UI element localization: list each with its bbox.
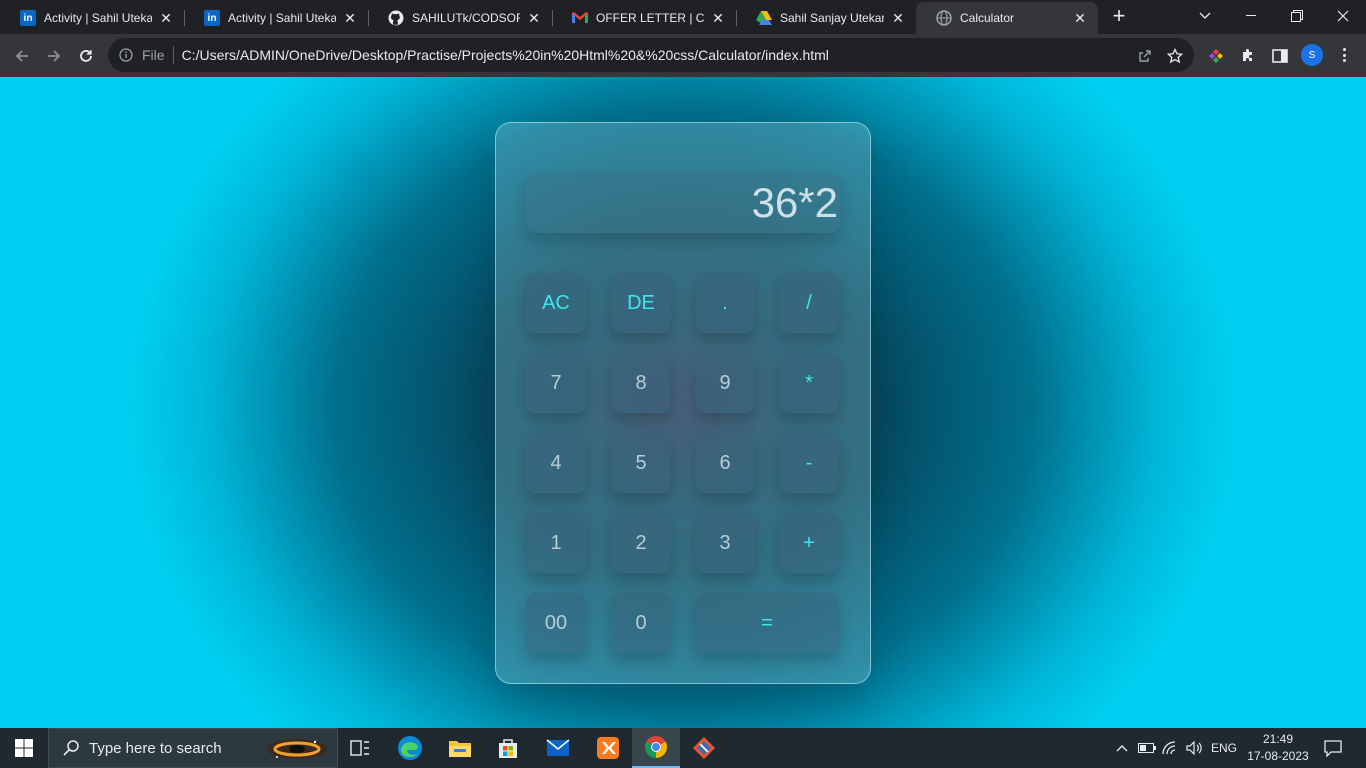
- tab-linkedin-1[interactable]: in Activity | Sahil Utekar | ✕: [0, 2, 184, 34]
- browser-toolbar: File C:/Users/ADMIN/OneDrive/Desktop/Pra…: [0, 34, 1366, 77]
- language-indicator[interactable]: ENG: [1208, 728, 1240, 768]
- key-decimal[interactable]: .: [695, 273, 755, 333]
- mail-icon[interactable]: [534, 728, 582, 768]
- search-placeholder: Type here to search: [89, 739, 222, 757]
- key-4[interactable]: 4: [526, 433, 586, 493]
- key-multiply[interactable]: *: [779, 353, 839, 413]
- tab-google-drive[interactable]: Sahil Sanjay Utekar.pd ✕: [736, 2, 916, 34]
- divider: [172, 46, 174, 64]
- new-tab-button[interactable]: +: [1108, 5, 1130, 28]
- battery-icon[interactable]: [1136, 728, 1158, 768]
- key-delete[interactable]: DE: [611, 273, 671, 333]
- forward-button[interactable]: [40, 42, 68, 70]
- url-text[interactable]: C:/Users/ADMIN/OneDrive/Desktop/Practise…: [182, 47, 829, 63]
- system-clock[interactable]: 21:49 17-08-2023: [1240, 731, 1316, 765]
- key-1[interactable]: 1: [526, 513, 586, 573]
- edge-icon[interactable]: [386, 728, 434, 768]
- key-9[interactable]: 9: [695, 353, 755, 413]
- key-2[interactable]: 2: [611, 513, 671, 573]
- key-3[interactable]: 3: [695, 513, 755, 573]
- key-0[interactable]: 0: [611, 593, 671, 653]
- key-subtract[interactable]: -: [779, 433, 839, 493]
- linkedin-icon: in: [20, 10, 36, 26]
- volume-icon[interactable]: [1184, 728, 1206, 768]
- tab-github[interactable]: SAHILUTk/CODSOFT: ✕: [368, 2, 552, 34]
- google-drive-icon: [756, 10, 772, 26]
- close-icon[interactable]: ✕: [158, 10, 174, 26]
- tab-calculator[interactable]: Calculator ✕: [916, 2, 1098, 34]
- share-icon[interactable]: [1136, 47, 1154, 65]
- key-7[interactable]: 7: [526, 353, 586, 413]
- close-icon[interactable]: ✕: [1072, 10, 1088, 26]
- color-extension-icon[interactable]: [1207, 47, 1225, 65]
- clock-time: 21:49: [1262, 732, 1294, 746]
- profile-avatar[interactable]: S: [1301, 44, 1323, 66]
- chrome-icon[interactable]: [632, 728, 680, 768]
- tab-title: Activity | Sahil Utekar |: [228, 11, 336, 25]
- taskbar-search-box[interactable]: Type here to search: [48, 728, 338, 768]
- globe-icon: [936, 10, 952, 26]
- address-bar[interactable]: File C:/Users/ADMIN/OneDrive/Desktop/Pra…: [108, 38, 1194, 72]
- clock-date: 17-08-2023: [1247, 749, 1309, 763]
- page-viewport: 36*2 AC DE . / 7 8 9 * 4 5 6 - 1 2 3 + 0…: [0, 77, 1366, 728]
- gmail-icon: [572, 10, 588, 26]
- notification-icon[interactable]: [1318, 728, 1348, 768]
- git-icon[interactable]: [680, 728, 728, 768]
- close-icon[interactable]: ✕: [342, 10, 358, 26]
- calculator: 36*2 AC DE . / 7 8 9 * 4 5 6 - 1 2 3 + 0…: [495, 122, 871, 684]
- reload-button[interactable]: [72, 42, 100, 70]
- key-5[interactable]: 5: [611, 433, 671, 493]
- tab-title: Sahil Sanjay Utekar.pd: [780, 11, 884, 25]
- menu-kebab-icon[interactable]: [1336, 46, 1352, 64]
- task-view-icon[interactable]: [336, 728, 384, 768]
- tab-title: Activity | Sahil Utekar |: [44, 11, 152, 25]
- back-button[interactable]: [8, 42, 36, 70]
- tab-linkedin-2[interactable]: in Activity | Sahil Utekar | ✕: [184, 2, 368, 34]
- tab-search-icon[interactable]: [1182, 0, 1228, 32]
- tab-title: SAHILUTk/CODSOFT:: [412, 11, 520, 25]
- file-explorer-icon[interactable]: [436, 728, 484, 768]
- start-button[interactable]: [0, 728, 48, 768]
- store-icon[interactable]: [484, 728, 532, 768]
- tab-strip: in Activity | Sahil Utekar | ✕ in Activi…: [0, 0, 1366, 34]
- show-hidden-icons-icon[interactable]: [1112, 728, 1132, 768]
- info-icon[interactable]: [118, 47, 134, 63]
- tab-gmail[interactable]: OFFER LETTER | CODS ✕: [552, 2, 736, 34]
- search-icon: [61, 738, 81, 758]
- wifi-icon[interactable]: [1160, 728, 1182, 768]
- calculator-display[interactable]: 36*2: [526, 173, 840, 233]
- key-double-zero[interactable]: 00: [526, 593, 586, 653]
- side-panel-icon[interactable]: [1271, 47, 1289, 65]
- github-icon: [388, 10, 404, 26]
- windows-logo-icon: [15, 739, 33, 757]
- restore-button[interactable]: [1274, 0, 1320, 32]
- bookmark-star-icon[interactable]: [1166, 47, 1184, 65]
- xampp-icon[interactable]: [584, 728, 632, 768]
- tab-title: OFFER LETTER | CODS: [596, 11, 704, 25]
- close-window-button[interactable]: [1320, 0, 1366, 32]
- key-divide[interactable]: /: [779, 273, 839, 333]
- key-equals[interactable]: =: [695, 593, 839, 653]
- key-add[interactable]: +: [779, 513, 839, 573]
- minimize-button[interactable]: [1228, 0, 1274, 32]
- search-highlight-image: [267, 739, 327, 759]
- close-icon[interactable]: ✕: [526, 10, 542, 26]
- close-icon[interactable]: ✕: [890, 10, 906, 26]
- windows-taskbar: Type here to search ENG 21:49 17-08-2023: [0, 728, 1366, 768]
- key-all-clear[interactable]: AC: [526, 273, 586, 333]
- close-icon[interactable]: ✕: [710, 10, 726, 26]
- key-6[interactable]: 6: [695, 433, 755, 493]
- linkedin-icon: in: [204, 10, 220, 26]
- extensions-puzzle-icon[interactable]: [1239, 47, 1257, 65]
- tab-title: Calculator: [960, 11, 1015, 25]
- key-8[interactable]: 8: [611, 353, 671, 413]
- scheme-label: File: [142, 47, 165, 63]
